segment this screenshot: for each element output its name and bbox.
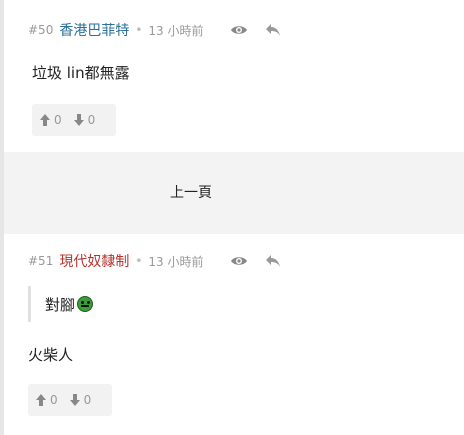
thumb-up-arrow-icon [40,114,50,126]
post-time: 13 小時前 [148,23,204,38]
reply-button[interactable] [262,250,284,272]
downvote-button[interactable]: 0 [69,393,92,407]
reply-arrow-icon [266,255,280,267]
username-link[interactable]: 現代奴隸制 [59,251,129,271]
post-meta: #50 香港巴菲特 • 13 小時前 [28,18,204,42]
downvote-button[interactable]: 0 [73,113,96,127]
vote-box: 0 0 [28,384,112,416]
upvote-count: 0 [54,113,62,127]
quote-block: 對腳 [28,286,94,322]
post-number: #51 [28,254,54,268]
upvote-button[interactable]: 0 [40,113,62,127]
reply-arrow-icon [266,24,280,36]
eye-icon [231,257,247,265]
quote-text: 對腳 [45,295,76,314]
thumb-down-arrow-icon [69,394,80,406]
eye-icon [231,26,247,34]
username-link[interactable]: 香港巴菲特 [59,20,129,40]
post-content: 火柴人 [28,346,74,364]
reply-button[interactable] [262,19,284,41]
thumb-up-arrow-icon [36,394,46,406]
post-number: #50 [28,23,54,37]
upvote-count: 0 [50,393,58,407]
upvote-button[interactable]: 0 [36,393,58,407]
post-time: 13 小時前 [148,254,204,269]
vote-box: 0 0 [32,104,116,136]
meta-separator: • [135,254,143,268]
post-meta: #51 現代奴隸制 • 13 小時前 [28,249,204,273]
green-smiley-emoji-icon [77,296,94,312]
view-button[interactable] [228,250,250,272]
downvote-count: 0 [87,113,96,127]
post-content: 垃圾 lin都無露 [32,64,130,82]
thumb-down-arrow-icon [73,114,84,126]
pager-bar: 上一頁 [4,152,464,234]
previous-page-link[interactable]: 上一頁 [170,182,212,202]
post-50: #50 香港巴菲特 • 13 小時前 垃圾 lin都無露 0 0 [4,0,464,152]
meta-separator: • [135,23,143,37]
downvote-count: 0 [83,393,92,407]
view-button[interactable] [228,19,250,41]
